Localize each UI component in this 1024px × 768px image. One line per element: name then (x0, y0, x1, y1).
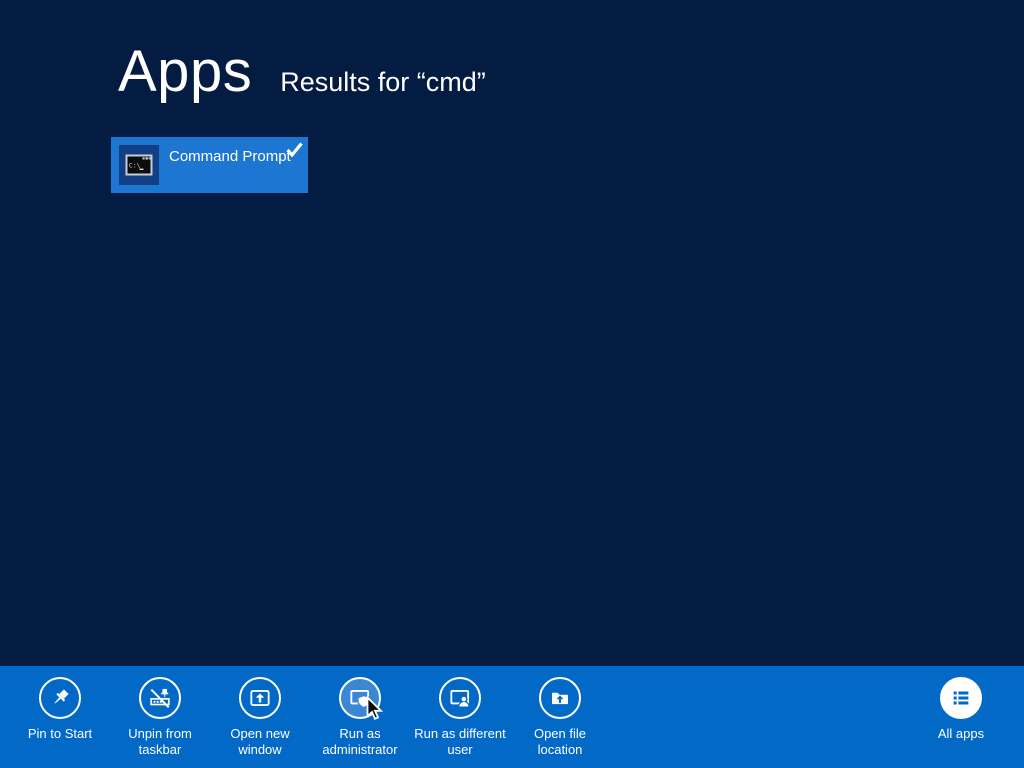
open-file-location-label: Open file location (511, 726, 609, 758)
unpin-taskbar-icon (139, 677, 181, 719)
app-bar-left-group: Pin to Start Unpin from taskbar (10, 666, 610, 758)
search-result-tile-command-prompt[interactable]: C:\ Command Prompt (111, 137, 308, 193)
run-as-administrator-label: Run as administrator (311, 726, 409, 758)
all-apps-label: All apps (938, 726, 984, 742)
results-header: Apps Results for “cmd” (118, 38, 486, 105)
app-bar: Pin to Start Unpin from taskbar (0, 666, 1024, 768)
run-as-admin-shield-icon (339, 677, 381, 719)
results-subtitle: Results for “cmd” (280, 67, 486, 98)
run-as-different-user-icon (439, 677, 481, 719)
pin-icon (39, 677, 81, 719)
run-as-different-user-button[interactable]: Run as different user (410, 666, 510, 758)
open-new-window-label: Open new window (211, 726, 309, 758)
app-bar-right-group: All apps (911, 666, 1011, 742)
tile-label: Command Prompt (169, 148, 291, 165)
open-file-location-button[interactable]: Open file location (510, 666, 610, 758)
page-title: Apps (118, 38, 252, 105)
unpin-from-taskbar-label: Unpin from taskbar (111, 726, 209, 758)
checkmark-icon (286, 142, 303, 157)
open-new-window-icon (239, 677, 281, 719)
open-new-window-button[interactable]: Open new window (210, 666, 310, 758)
open-file-location-icon (539, 677, 581, 719)
command-prompt-icon: C:\ (119, 145, 159, 185)
all-apps-button[interactable]: All apps (911, 666, 1011, 742)
run-as-different-user-label: Run as different user (411, 726, 509, 758)
pin-to-start-label: Pin to Start (28, 726, 92, 742)
run-as-administrator-button[interactable]: Run as administrator (310, 666, 410, 758)
unpin-from-taskbar-button[interactable]: Unpin from taskbar (110, 666, 210, 758)
all-apps-list-icon (940, 677, 982, 719)
pin-to-start-button[interactable]: Pin to Start (10, 666, 110, 758)
svg-text:C:\: C:\ (129, 162, 141, 170)
